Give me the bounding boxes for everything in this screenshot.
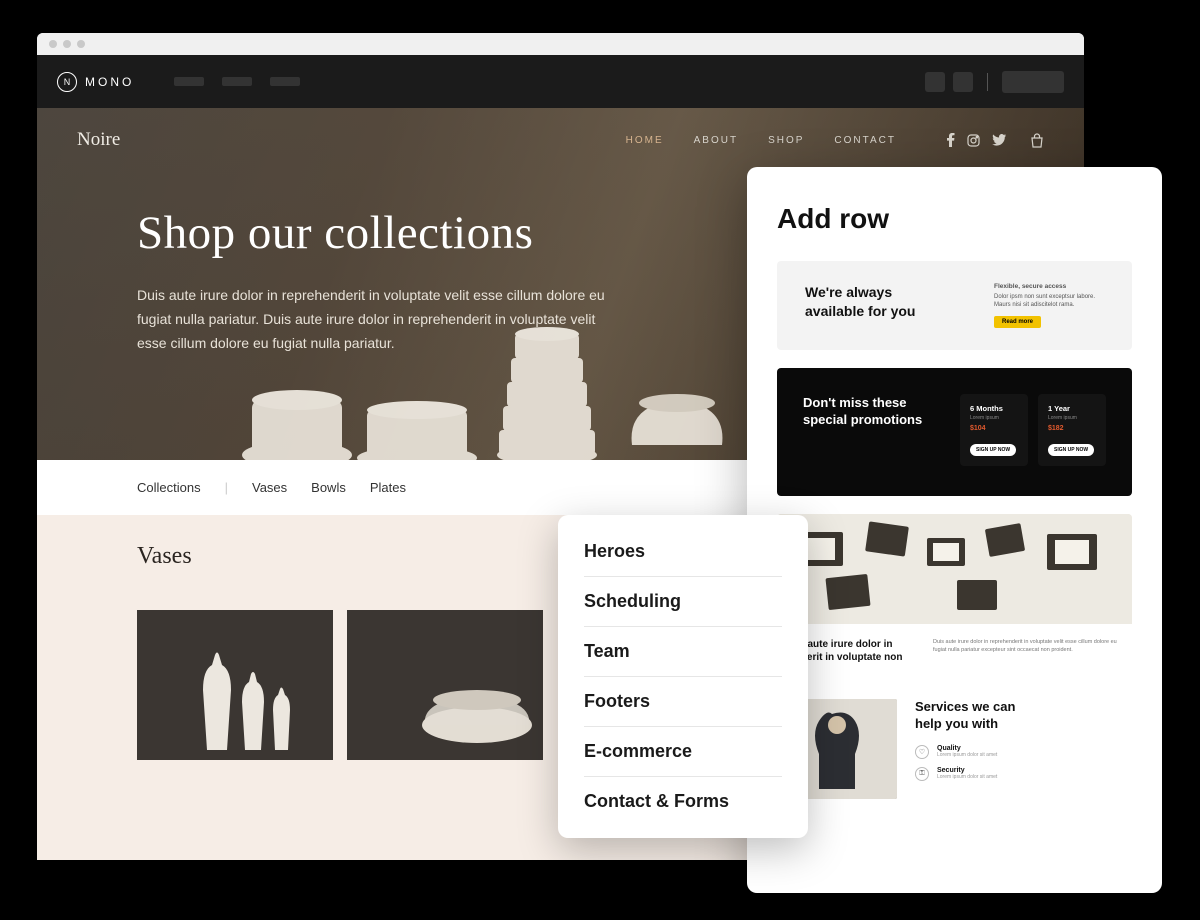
app-name: MONO bbox=[85, 75, 134, 89]
app-logo[interactable]: N MONO bbox=[57, 72, 134, 92]
menu-item-team[interactable]: Team bbox=[584, 627, 782, 677]
toolbar-action-button[interactable] bbox=[1002, 71, 1064, 93]
nav-link-shop[interactable]: SHOP bbox=[768, 135, 804, 146]
site-nav: Noire HOME ABOUT SHOP CONTACT bbox=[37, 108, 1084, 154]
subnav-item-bowls[interactable]: Bowls bbox=[311, 480, 346, 495]
app-toolbar: N MONO bbox=[37, 55, 1084, 108]
toolbar-button[interactable] bbox=[925, 72, 945, 92]
browser-titlebar bbox=[37, 33, 1084, 55]
menu-item-scheduling[interactable]: Scheduling bbox=[584, 577, 782, 627]
services-title: Services we can help you with bbox=[915, 699, 1045, 733]
plan-card[interactable]: 6 Months Lorem ipsum $104 SIGN UP NOW bbox=[960, 394, 1028, 466]
traffic-light-icon bbox=[77, 40, 85, 48]
service-item: ♡ Quality Lorem ipsum dolor sit amet bbox=[915, 745, 1045, 759]
menu-item-ecommerce[interactable]: E-commerce bbox=[584, 727, 782, 777]
plan-card[interactable]: 1 Year Lorem ipsum $182 SIGN UP NOW bbox=[1038, 394, 1106, 466]
nav-link-about[interactable]: ABOUT bbox=[694, 135, 738, 146]
subnav-item-vases[interactable]: Vases bbox=[252, 480, 287, 495]
read-more-button[interactable]: Read more bbox=[994, 316, 1041, 328]
nav-link-contact[interactable]: CONTACT bbox=[834, 135, 896, 146]
template-headline: Don't miss these special promotions bbox=[803, 394, 943, 429]
panel-title: Add row bbox=[777, 203, 1132, 235]
traffic-light-icon bbox=[49, 40, 57, 48]
pricing-cards: 6 Months Lorem ipsum $104 SIGN UP NOW 1 … bbox=[960, 394, 1106, 466]
signup-button[interactable]: SIGN UP NOW bbox=[970, 444, 1016, 456]
subnav-item-collections[interactable]: Collections bbox=[137, 480, 201, 495]
twitter-icon[interactable] bbox=[992, 134, 1006, 146]
service-item: ⚿ Security Lorem ipsum dolor sit amet bbox=[915, 767, 1045, 781]
lock-icon: ⚿ bbox=[915, 767, 929, 781]
product-card[interactable] bbox=[347, 610, 543, 760]
heart-icon: ♡ bbox=[915, 745, 929, 759]
site-brand[interactable]: Noire bbox=[77, 129, 120, 151]
row-template-promotions[interactable]: Don't miss these special promotions 6 Mo… bbox=[777, 368, 1132, 496]
facebook-icon[interactable] bbox=[946, 133, 955, 147]
instagram-icon[interactable] bbox=[967, 134, 980, 147]
logo-icon: N bbox=[57, 72, 77, 92]
toolbar-right bbox=[925, 71, 1064, 93]
divider bbox=[987, 73, 988, 91]
bag-icon[interactable] bbox=[1030, 133, 1044, 148]
product-card[interactable] bbox=[137, 610, 333, 760]
subnav-item-plates[interactable]: Plates bbox=[370, 480, 406, 495]
menu-item-contact-forms[interactable]: Contact & Forms bbox=[584, 777, 782, 816]
menu-item-footers[interactable]: Footers bbox=[584, 677, 782, 727]
signup-button[interactable]: SIGN UP NOW bbox=[1048, 444, 1094, 456]
nav-link-home[interactable]: HOME bbox=[626, 135, 664, 146]
menu-item-heroes[interactable]: Heroes bbox=[584, 537, 782, 577]
site-links: HOME ABOUT SHOP CONTACT bbox=[626, 133, 1044, 148]
row-template-available[interactable]: We're always available for you Flexible,… bbox=[777, 261, 1132, 350]
add-row-panel: Add row We're always available for you F… bbox=[747, 167, 1162, 893]
template-text-row: Duis aute irure dolor in henderit in vol… bbox=[777, 624, 1132, 669]
row-template-services[interactable]: Services we can help you with ♡ Quality … bbox=[777, 687, 1132, 799]
toolbar-nav-placeholder bbox=[174, 77, 300, 86]
services-list: Services we can help you with ♡ Quality … bbox=[915, 699, 1045, 799]
category-popup-menu: Heroes Scheduling Team Footers E-commerc… bbox=[558, 515, 808, 838]
template-detail: Flexible, secure access Dolor ipsm non s… bbox=[994, 283, 1104, 328]
traffic-light-icon bbox=[63, 40, 71, 48]
toolbar-button[interactable] bbox=[953, 72, 973, 92]
row-template-image-text[interactable]: Duis aute irure dolor in henderit in vol… bbox=[777, 514, 1132, 669]
template-headline: We're always available for you bbox=[805, 283, 935, 321]
divider: | bbox=[225, 480, 228, 495]
template-image-placeholder bbox=[777, 514, 1132, 624]
